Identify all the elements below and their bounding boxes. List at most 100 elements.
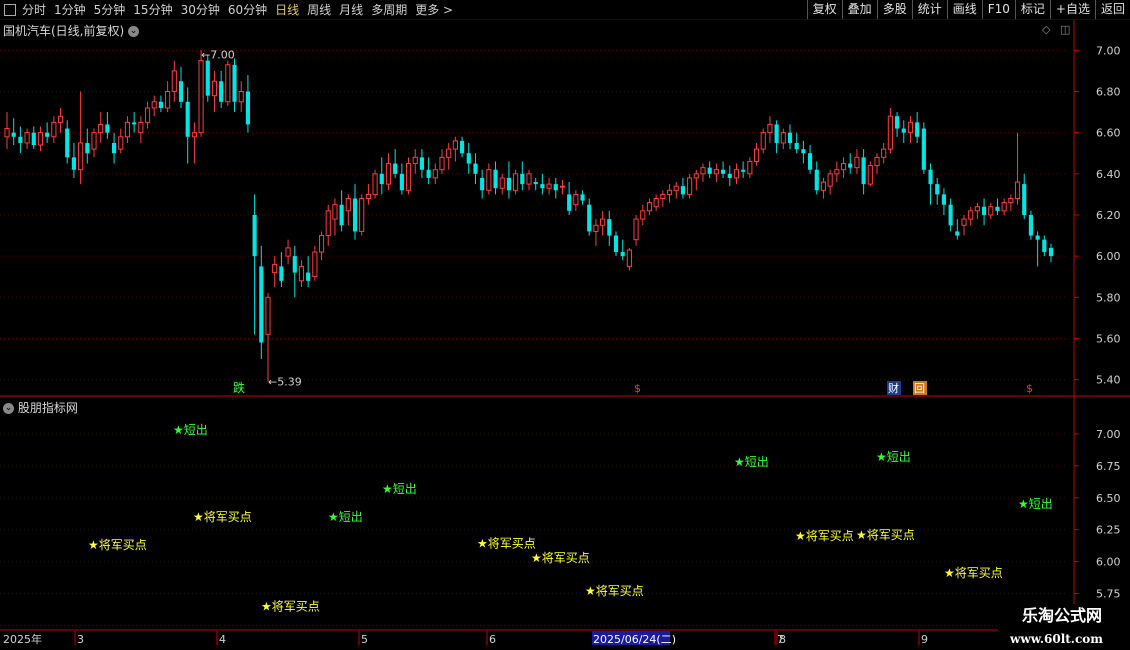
period-tab[interactable]: 周线 (307, 1, 331, 18)
candle (727, 165, 732, 187)
candle (559, 179, 566, 195)
maximize-icon[interactable]: ◫ (1060, 23, 1070, 36)
candle-body (359, 198, 365, 232)
candle (124, 116, 131, 143)
candle-body (225, 64, 231, 103)
candle (272, 256, 278, 287)
diamond-icon[interactable]: ◇ (1042, 23, 1050, 36)
candle-body (640, 210, 646, 220)
period-tab[interactable]: 15分钟 (133, 1, 172, 18)
chevron-down-icon[interactable]: ⌄ (128, 26, 140, 37)
candle (452, 136, 458, 162)
candle (11, 118, 16, 146)
candle (45, 122, 50, 143)
candle-body (607, 219, 612, 236)
candle-body (820, 181, 827, 191)
candle (760, 128, 766, 154)
period-tabs: 分时 1分钟 5分钟 15分钟 30分钟 60分钟 日线 周线 月线 多周期 更多 > (0, 0, 461, 19)
top-toolbar: 分时 1分钟 5分钟 15分钟 30分钟 60分钟 日线 周线 月线 多周期 更多 > 复权 叠加 多股… (0, 0, 1130, 20)
sell-signal-label: ★短出 (734, 455, 769, 469)
toolbar-button[interactable]: 多股 (876, 0, 912, 19)
toolbar-button[interactable]: 统计 (911, 0, 947, 19)
candle (419, 149, 424, 178)
period-tab[interactable]: 更多 > (415, 1, 453, 18)
candle-body (646, 202, 653, 212)
candle-body (700, 167, 706, 175)
toolbar-button[interactable]: 返回 (1094, 0, 1130, 19)
candle (753, 142, 760, 166)
time-label: 4 (219, 633, 226, 646)
candle (238, 81, 244, 113)
candle (252, 194, 257, 335)
candle (546, 177, 552, 195)
candle-body (345, 198, 351, 212)
indicator-name: 股朋指标网 (17, 401, 78, 415)
candle-body (426, 169, 431, 178)
candle-body (238, 91, 244, 103)
candle (245, 75, 250, 133)
candle (198, 50, 204, 137)
hui-marker-bg (913, 381, 927, 395)
candle-body (995, 206, 1000, 211)
candle (393, 149, 398, 178)
candle-body (339, 204, 344, 226)
candle (834, 161, 840, 183)
period-tab[interactable]: 5分钟 (94, 1, 126, 18)
candle (733, 163, 740, 185)
candle (306, 256, 311, 287)
period-tab[interactable]: 60分钟 (228, 1, 267, 18)
watermark-url: www.60lt.com (1010, 632, 1103, 646)
candle-body (91, 132, 97, 150)
candle (881, 142, 887, 164)
toolbar-button[interactable]: +自选 (1049, 0, 1095, 19)
indicator-tick-label: 6.25 (1096, 524, 1121, 537)
candle (941, 188, 946, 215)
candle-body (325, 210, 331, 237)
hui-marker: 回 (914, 382, 925, 395)
candle-body (673, 185, 679, 191)
candle (205, 54, 210, 102)
period-tab[interactable]: 月线 (339, 1, 363, 18)
candle (995, 198, 1000, 215)
toolbar-button[interactable]: 复权 (806, 0, 842, 19)
candle (1042, 235, 1047, 257)
buy-signal-label: ★将军买点 (795, 529, 854, 543)
toolbar-button[interactable]: 标记 (1014, 0, 1050, 19)
indicator-title: ⌄ 股朋指标网 (3, 399, 78, 416)
toolbar-button[interactable]: 画线 (946, 0, 982, 19)
candle-body (653, 198, 659, 208)
window-menu-icon[interactable] (4, 3, 16, 16)
chevron-down-icon[interactable]: ⌄ (3, 403, 14, 414)
period-tab[interactable]: 分时 (22, 1, 46, 18)
candle (874, 153, 880, 174)
candle-body (132, 122, 137, 125)
toolbar-button[interactable]: 叠加 (841, 0, 877, 19)
candle (1001, 198, 1007, 215)
candle-body (867, 165, 873, 185)
time-label: 5 (361, 633, 368, 646)
period-tab[interactable]: 30分钟 (181, 1, 220, 18)
time-axis: 2025年 3 4 5 6 2025/06/24(二) 78 9 (3, 631, 928, 646)
candle (948, 198, 953, 232)
candle-body (112, 142, 117, 154)
candle (808, 145, 813, 174)
candle-body (419, 157, 424, 170)
toolbar-button[interactable]: F10 (981, 0, 1015, 19)
period-tab[interactable]: 1分钟 (54, 1, 86, 18)
period-tab[interactable]: 日线 (275, 1, 299, 18)
candle-body (412, 156, 418, 165)
candle-body (1035, 235, 1040, 240)
candle-body (613, 235, 619, 253)
y-tick-label: 6.20 (1096, 209, 1121, 222)
candle-body (506, 177, 511, 191)
period-tab[interactable]: 多周期 (371, 1, 407, 18)
panel-controls: ◇ ◫ (1042, 23, 1070, 36)
buy-signal-label: ★将军买点 (193, 510, 252, 524)
candle (613, 231, 619, 257)
candle (318, 231, 325, 261)
candle-body (1042, 239, 1047, 253)
buy-signal-label: ★将军买点 (88, 538, 147, 552)
candle (259, 245, 264, 360)
candle-body (259, 266, 264, 343)
candle-body (513, 173, 519, 191)
